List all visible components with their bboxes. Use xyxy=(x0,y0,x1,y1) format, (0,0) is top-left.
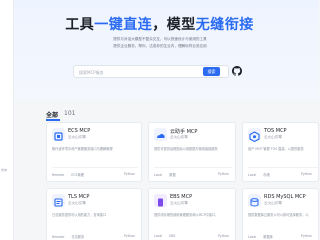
ecs-logo-icon xyxy=(52,128,65,141)
tls-logo-icon xyxy=(52,194,65,207)
card-language: Python xyxy=(301,172,313,176)
card-title: TOS MCP xyxy=(264,128,287,134)
github-icon[interactable] xyxy=(232,66,242,76)
tab-all-count: 101 xyxy=(64,110,76,117)
card-vendor: 云火山引擎 xyxy=(264,201,282,205)
page-title: 工具一键直连，模型无缝衔接 xyxy=(65,17,254,33)
card-title: EBS MCP xyxy=(170,194,193,200)
card-tags: Remote ECS管理 xyxy=(52,172,91,177)
card-tag: 数据 xyxy=(169,173,176,177)
card-tag: EBS xyxy=(169,234,176,238)
card-description: 提供块存储的使用管理服务和以MCP中接口、 xyxy=(154,213,219,217)
card-language: Python xyxy=(218,172,230,176)
card-description: 取代该环境中资产管理服务接口与理解管理 xyxy=(52,147,113,151)
card-tag: Local xyxy=(154,234,163,238)
card-tag: Remote xyxy=(52,173,65,177)
card-title: TLS MCP xyxy=(68,194,90,200)
card-language: Python xyxy=(124,172,136,176)
sidebar: 式中 xyxy=(0,0,14,240)
ebs-logo-icon xyxy=(154,194,167,207)
card-language: Python xyxy=(301,234,313,238)
card-title: RDS MySQL MCP xyxy=(264,194,306,200)
subtitle-line-2: 提供企业服务，帮你，达成你的生业内，理解标样业务应用 xyxy=(113,44,207,48)
card-tag: 日志服务 xyxy=(71,235,85,239)
card-tag: 数据库 xyxy=(263,235,273,239)
card-description: 提供可提供远程指标以用数据与使用接接服务 xyxy=(154,147,218,151)
tab-all[interactable]: 全部 xyxy=(46,110,58,119)
card-description: 用户 MCP 管理 TOS 直接，以提供服务 xyxy=(248,147,304,151)
card-description: 提供数据库云服务以可以用可选择服务，以 xyxy=(248,213,309,217)
card-description: 日志服务提供可以用的能力，查询接口 xyxy=(52,213,107,217)
card-tls-mcp[interactable]: TLS MCP 云火山引擎 日志服务提供可以用的能力，查询接口 Remote 日志… xyxy=(46,188,142,240)
card-tag: Local xyxy=(154,173,163,177)
card-tos-mcp[interactable]: TOS MCP 云火山引擎 用户 MCP 管理 TOS 直接，以提供服务 Loc… xyxy=(242,122,319,182)
search-button[interactable]: 搜索 xyxy=(203,67,220,76)
card-tags: Local 数据库 xyxy=(248,234,280,239)
card-vendor: 云火山引擎 xyxy=(264,135,282,139)
card-title: ECS MCP xyxy=(68,128,91,134)
card-vendor: 云火山引擎 xyxy=(68,201,86,205)
card-tags: Local EBS xyxy=(154,234,182,238)
card-tag: Local xyxy=(248,173,257,177)
tos-logo-icon xyxy=(248,128,261,143)
card-vendor: 云火山引擎 xyxy=(68,135,86,139)
card-tags: Remote 日志服务 xyxy=(52,234,91,239)
rds-mysql-logo-icon xyxy=(248,194,261,207)
cloud-assistant-logo-icon xyxy=(154,128,167,141)
card-vendor: 云火山引擎 xyxy=(170,201,188,205)
card-divider xyxy=(154,167,232,168)
subtitle-line-1: 提供与对话大模型不复杂交互，可以快速设计与使用的工具 xyxy=(113,37,207,41)
card-tags: Local 存储 xyxy=(248,172,277,177)
card-divider xyxy=(52,167,138,168)
sidebar-item-label[interactable]: 式中 xyxy=(1,168,7,172)
card-vendor: 云火山引擎 xyxy=(170,135,188,139)
card-ebs-mcp[interactable]: EBS MCP 云火山引擎 提供块存储的使用管理服务和以MCP中接口、 Loca… xyxy=(148,188,236,240)
card-cloud-assistant-mcp[interactable]: 云助手 MCP 云火山引擎 提供可提供远程指标以用数据与使用接接服务 Local… xyxy=(148,122,236,182)
search-input[interactable] xyxy=(79,69,199,75)
tab-active-indicator xyxy=(46,119,60,121)
card-tags: Local 数据 xyxy=(154,172,183,177)
card-tag: Remote xyxy=(52,235,65,239)
card-divider xyxy=(248,167,318,168)
card-rds-mysql-mcp[interactable]: RDS MySQL MCP 云火山引擎 提供数据库云服务以可以用可选择服务，以 … xyxy=(242,188,319,240)
card-language: Python xyxy=(218,234,230,238)
card-tag: Local xyxy=(248,235,257,239)
card-tag: ECS管理 xyxy=(71,173,84,177)
card-language: Python xyxy=(124,234,136,238)
card-ecs-mcp[interactable]: ECS MCP 云火山引擎 取代该环境中资产管理服务接口与理解管理 Remote… xyxy=(46,122,142,182)
card-title: 云助手 MCP xyxy=(170,129,198,135)
card-tag: 存储 xyxy=(263,173,270,177)
